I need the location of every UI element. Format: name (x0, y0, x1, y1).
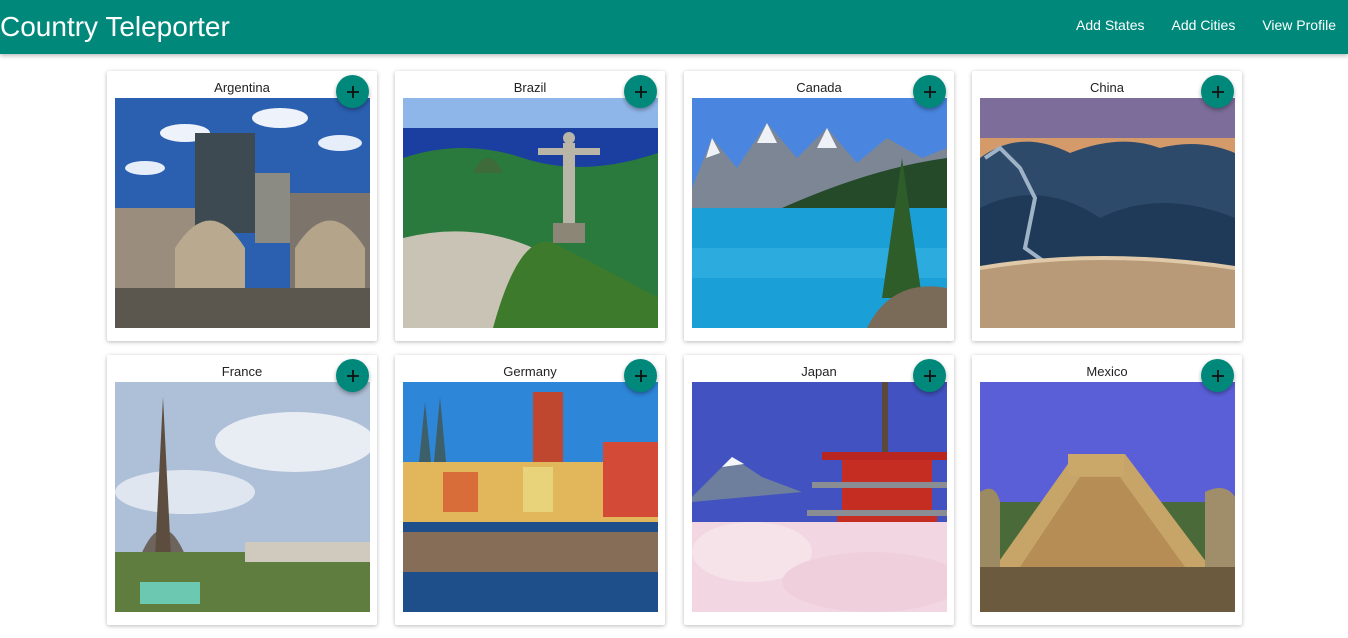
plus-icon (1211, 369, 1224, 382)
app-bar: Country Teleporter Add States Add Cities… (0, 0, 1348, 54)
country-photo-argentina (115, 98, 370, 328)
add-country-button[interactable] (336, 359, 369, 392)
add-country-button[interactable] (1201, 75, 1234, 108)
country-photo-france (115, 382, 370, 612)
add-country-button[interactable] (624, 75, 657, 108)
add-country-button[interactable] (1201, 359, 1234, 392)
country-card-brazil[interactable]: Brazil (395, 71, 665, 341)
plus-icon (346, 369, 359, 382)
nav-add-cities[interactable]: Add Cities (1172, 17, 1236, 33)
country-photo-germany (403, 382, 658, 612)
nav-add-states[interactable]: Add States (1076, 17, 1145, 33)
country-card-mexico[interactable]: Mexico (972, 355, 1242, 625)
top-nav: Add States Add Cities View Profile (1076, 17, 1336, 33)
country-card-argentina[interactable]: Argentina (107, 71, 377, 341)
country-card-china[interactable]: China (972, 71, 1242, 341)
add-country-button[interactable] (624, 359, 657, 392)
country-photo-mexico (980, 382, 1235, 612)
country-photo-japan (692, 382, 947, 612)
country-card-france[interactable]: France (107, 355, 377, 625)
plus-icon (923, 369, 936, 382)
country-card-germany[interactable]: Germany (395, 355, 665, 625)
plus-icon (634, 369, 647, 382)
country-photo-canada (692, 98, 947, 328)
add-country-button[interactable] (913, 359, 946, 392)
nav-view-profile[interactable]: View Profile (1262, 17, 1336, 33)
country-photo-china (980, 98, 1235, 328)
add-country-button[interactable] (913, 75, 946, 108)
plus-icon (346, 85, 359, 98)
add-country-button[interactable] (336, 75, 369, 108)
country-photo-brazil (403, 98, 658, 328)
plus-icon (1211, 85, 1224, 98)
plus-icon (923, 85, 936, 98)
country-card-japan[interactable]: Japan (684, 355, 954, 625)
plus-icon (634, 85, 647, 98)
app-title[interactable]: Country Teleporter (0, 10, 230, 44)
country-card-canada[interactable]: Canada (684, 71, 954, 341)
